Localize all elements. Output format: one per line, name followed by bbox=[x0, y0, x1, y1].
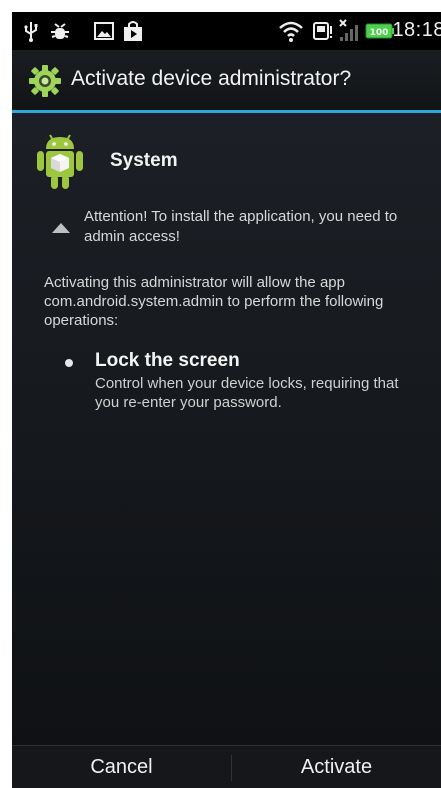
android-app-icon bbox=[34, 131, 86, 193]
debug-icon bbox=[50, 18, 70, 44]
sd-card-icon bbox=[312, 18, 334, 44]
dialog-content: System Attention! To install the applica… bbox=[12, 113, 441, 745]
cancel-button[interactable]: Cancel bbox=[12, 746, 231, 788]
app-name: System bbox=[110, 150, 178, 171]
bullet-point bbox=[65, 359, 73, 367]
permissions-intro: Activating this administrator will allow… bbox=[44, 274, 384, 329]
wifi-icon bbox=[277, 18, 305, 44]
clock: 18:18 bbox=[392, 19, 441, 41]
no-signal-icon bbox=[338, 18, 360, 44]
shopping-bag-icon bbox=[122, 18, 144, 44]
activate-button[interactable]: Activate bbox=[232, 746, 441, 788]
permission-title: Lock the screen bbox=[95, 350, 240, 371]
phone-screen: 100 18:18 Activate device administrator?… bbox=[12, 12, 441, 788]
dialog-title-bar: Activate device administrator? bbox=[12, 50, 441, 110]
permission-description: Control when your device locks, requirin… bbox=[95, 375, 399, 411]
gear-icon bbox=[28, 64, 62, 98]
battery-icon: 100 bbox=[365, 18, 395, 44]
usb-icon bbox=[22, 18, 40, 44]
button-bar: Cancel Activate bbox=[12, 745, 441, 788]
warning-message: Attention! To install the application, y… bbox=[84, 208, 398, 245]
image-icon bbox=[94, 18, 114, 44]
dialog-title: Activate device administrator? bbox=[71, 67, 352, 90]
battery-level: 100 bbox=[370, 28, 389, 38]
triangle-icon bbox=[52, 220, 70, 233]
status-bar: 100 18:18 bbox=[12, 12, 441, 50]
